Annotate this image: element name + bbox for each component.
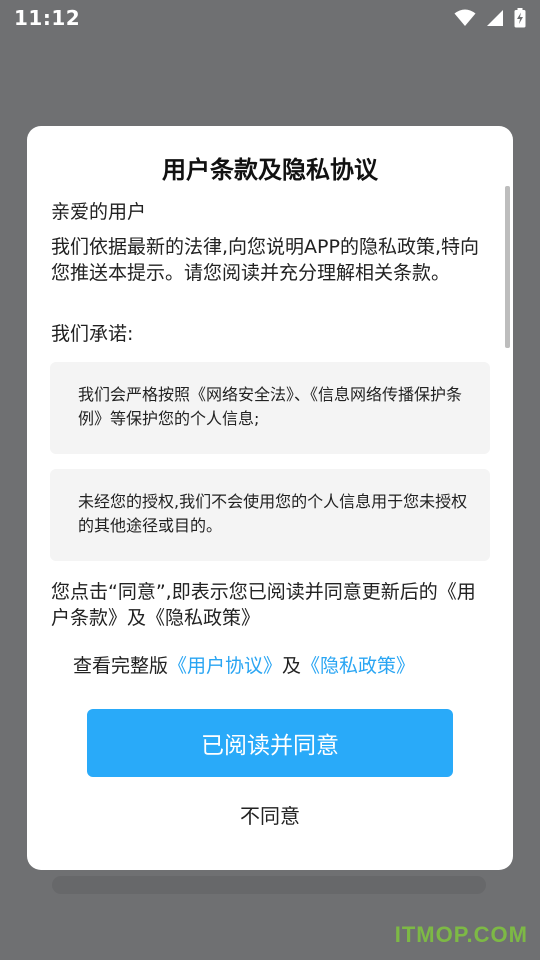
full-version-links: 查看完整版《用户协议》及《隐私政策》 — [73, 653, 415, 679]
promise-box-authorization: 未经您的授权,我们不会使用您的个人信息用于您未授权的其他途径或目的。 — [50, 469, 490, 561]
status-bar: 11:12 — [0, 0, 540, 36]
links-separator: 及 — [282, 655, 302, 677]
wifi-icon — [454, 9, 476, 26]
consent-text: 您点击“同意”,即表示您已阅读并同意更新后的《用户条款》及《隐私政策》 — [51, 581, 476, 629]
greeting-text: 亲爱的用户 — [51, 201, 147, 223]
promise-heading: 我们承诺: — [51, 323, 134, 345]
background-bar — [52, 876, 486, 894]
privacy-policy-link[interactable]: 《隐私政策》 — [301, 655, 415, 677]
status-time: 11:12 — [14, 6, 81, 30]
battery-charging-icon — [514, 8, 526, 28]
promise-text: 未经您的授权,我们不会使用您的个人信息用于您未授权的其他途径或目的。 — [78, 492, 468, 535]
view-full-version-label: 查看完整版 — [73, 655, 169, 677]
promise-text: 我们会严格按照《网络安全法》、《信息网络传播保护条例》等保护您的个人信息; — [78, 385, 463, 428]
cellular-signal-icon — [487, 10, 503, 26]
promise-box-law: 我们会严格按照《网络安全法》、《信息网络传播保护条例》等保护您的个人信息; — [50, 362, 490, 454]
agree-button-label: 已阅读并同意 — [201, 733, 339, 759]
privacy-dialog: 用户条款及隐私协议 亲爱的用户 我们依据最新的法律,向您说明APP的隐私政策,特… — [27, 126, 513, 870]
agree-button[interactable]: 已阅读并同意 — [87, 709, 453, 777]
intro-text: 我们依据最新的法律,向您说明APP的隐私政策,特向您推送本提示。请您阅读并充分理… — [51, 236, 479, 284]
disagree-button[interactable]: 不同意 — [27, 800, 513, 829]
scrollbar[interactable] — [505, 186, 510, 348]
status-icons — [454, 8, 526, 28]
user-agreement-link[interactable]: 《用户协议》 — [168, 655, 282, 677]
dialog-title: 用户条款及隐私协议 — [162, 156, 378, 184]
watermark: ITMOP.COM — [394, 922, 528, 947]
